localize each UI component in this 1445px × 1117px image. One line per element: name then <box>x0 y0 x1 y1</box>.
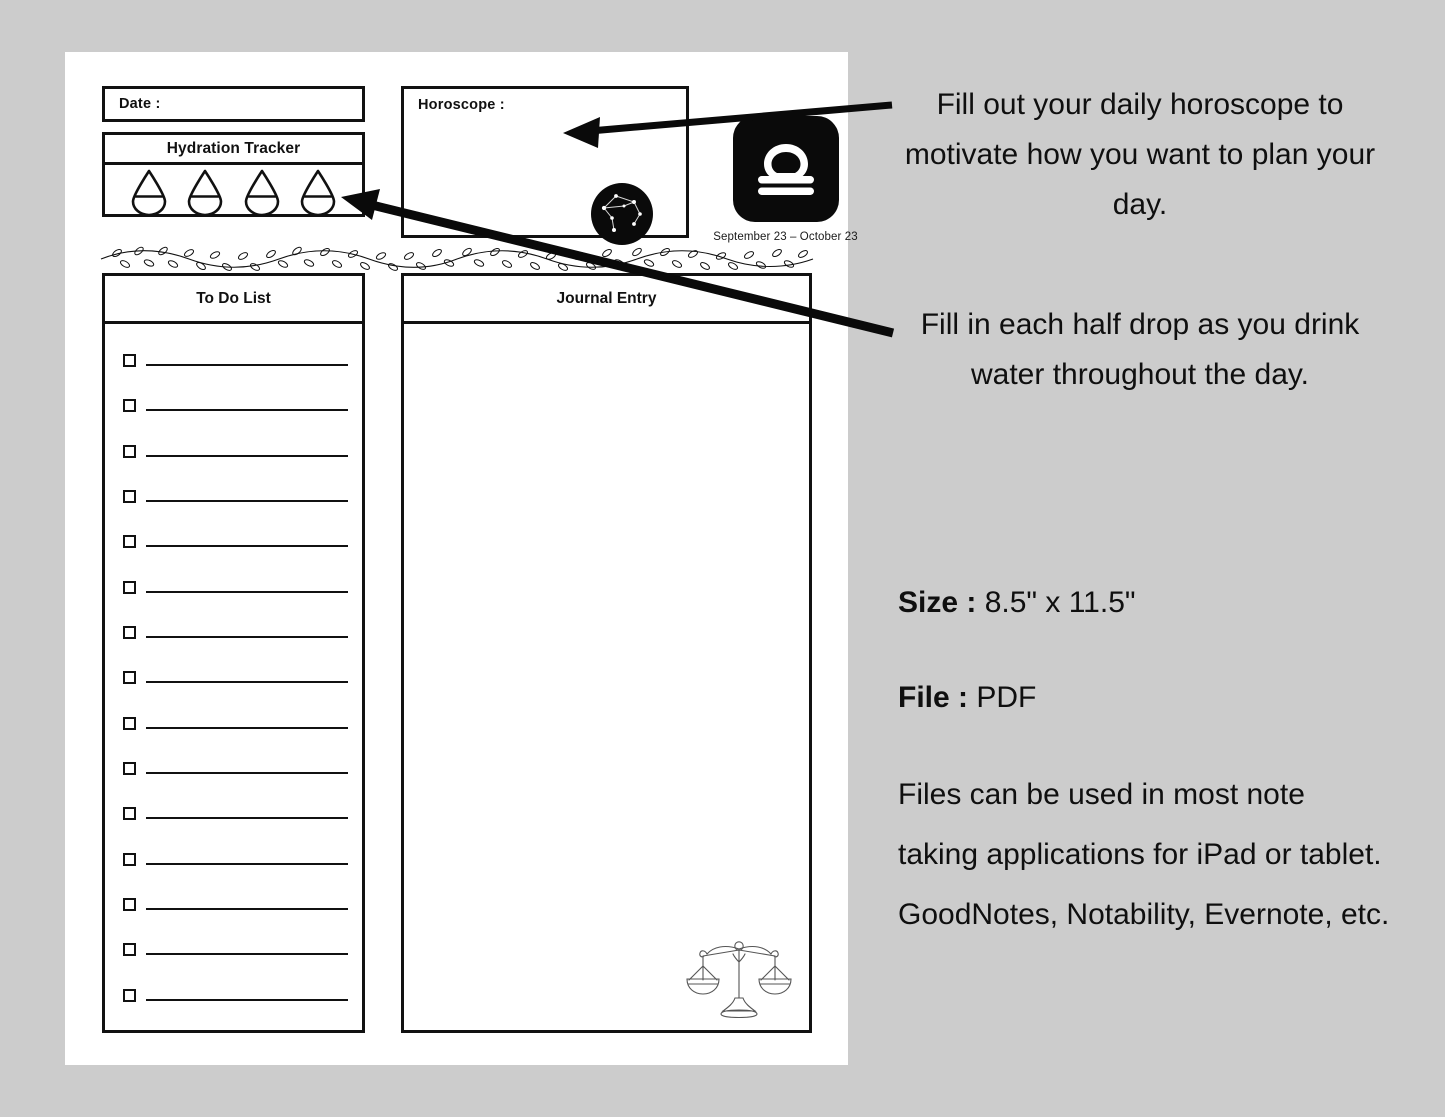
todo-list-title: To Do List <box>196 289 271 307</box>
hydration-tracker-title: Hydration Tracker <box>166 139 301 157</box>
balance-scales-icon <box>686 941 792 1019</box>
todo-write-line[interactable] <box>146 862 348 865</box>
todo-write-line[interactable] <box>146 409 348 412</box>
hydration-drops-row <box>105 165 362 217</box>
journal-title-row: Journal Entry <box>404 276 809 324</box>
leafy-vine-divider-icon <box>100 246 814 271</box>
checkbox-icon[interactable] <box>123 626 136 640</box>
todo-write-line[interactable] <box>146 772 348 775</box>
water-drop-icon[interactable] <box>241 168 283 215</box>
todo-row[interactable] <box>123 849 348 869</box>
zodiac-block: September 23 – October 23 <box>713 116 858 243</box>
todo-row[interactable] <box>123 985 348 1005</box>
todo-row[interactable] <box>123 713 348 733</box>
todo-row[interactable] <box>123 532 348 552</box>
journal-writing-area[interactable] <box>404 324 809 1030</box>
planner-bottom-row: To Do List Journal Entry <box>102 273 812 1033</box>
hydration-tracker-box: Hydration Tracker <box>102 132 365 217</box>
todo-write-line[interactable] <box>146 908 348 911</box>
todo-row[interactable] <box>123 396 348 416</box>
checkbox-icon[interactable] <box>123 354 136 368</box>
file-spec-key: File : <box>898 681 969 714</box>
date-field-box[interactable]: Date : <box>102 86 365 122</box>
todo-title-row: To Do List <box>105 276 362 324</box>
size-spec-key: Size : <box>898 586 977 619</box>
checkbox-icon[interactable] <box>123 535 136 549</box>
checkbox-icon[interactable] <box>123 807 136 821</box>
todo-write-line[interactable] <box>146 454 348 457</box>
water-drop-icon[interactable] <box>297 168 339 215</box>
todo-write-line[interactable] <box>146 636 348 639</box>
planner-top-row: Date : Hydration Tracker Horoscope: Sep… <box>102 86 858 245</box>
horoscope-label: Horoscope : <box>418 97 505 113</box>
todo-row[interactable] <box>123 623 348 643</box>
todo-row[interactable] <box>123 487 348 507</box>
todo-row[interactable] <box>123 759 348 779</box>
file-spec: File : PDF <box>898 681 1036 715</box>
todo-write-line[interactable] <box>146 953 348 956</box>
zodiac-badge <box>732 116 839 222</box>
size-spec-value: 8.5" x 11.5" <box>984 586 1136 619</box>
todo-write-line[interactable] <box>146 726 348 729</box>
checkbox-icon[interactable] <box>123 852 136 866</box>
todo-write-line[interactable] <box>146 998 348 1001</box>
checkbox-icon[interactable] <box>123 898 136 912</box>
water-drop-icon[interactable] <box>184 168 226 215</box>
todo-write-line[interactable] <box>146 590 348 593</box>
compatibility-note: Files can be used in most note taking ap… <box>898 778 1390 931</box>
size-spec: Size : 8.5" x 11.5" <box>898 586 1136 620</box>
checkbox-icon[interactable] <box>123 988 136 1002</box>
journal-entry-box: Journal Entry <box>401 273 812 1033</box>
checkbox-icon[interactable] <box>123 716 136 730</box>
journal-entry-title: Journal Entry <box>556 289 657 307</box>
horoscope-box[interactable]: Horoscope : <box>401 86 689 245</box>
hydration-title-row: Hydration Tracker <box>105 135 362 165</box>
checkbox-icon[interactable] <box>123 762 136 776</box>
todo-write-line[interactable] <box>146 681 348 684</box>
printable-page-preview: Date : Hydration Tracker Horoscope: Sep… <box>65 52 858 1065</box>
todo-row[interactable] <box>123 895 348 915</box>
todo-row[interactable] <box>123 577 348 597</box>
checkbox-icon[interactable] <box>123 580 136 594</box>
checkbox-icon[interactable] <box>123 444 136 458</box>
todo-row[interactable] <box>123 441 348 461</box>
annotations-column: Fill out your daily horoscope to motivat… <box>880 0 1400 1117</box>
todo-items-container <box>105 324 362 1030</box>
checkbox-icon[interactable] <box>123 399 136 413</box>
todo-row[interactable] <box>123 940 348 960</box>
hydration-annotation-note: Fill in each half drop as you drink wate… <box>920 308 1360 391</box>
libra-constellation-icon <box>591 183 653 245</box>
todo-write-line[interactable] <box>146 817 348 820</box>
checkbox-icon[interactable] <box>123 943 136 957</box>
horoscope-annotation-note: Fill out your daily horoscope to motivat… <box>904 88 1376 221</box>
todo-write-line[interactable] <box>146 545 348 548</box>
todo-write-line[interactable] <box>146 500 348 503</box>
todo-row[interactable] <box>123 351 348 371</box>
water-drop-icon[interactable] <box>128 168 170 215</box>
checkbox-icon[interactable] <box>123 490 136 504</box>
todo-list-box: To Do List <box>102 273 365 1033</box>
file-spec-value: PDF <box>976 681 1037 714</box>
checkbox-icon[interactable] <box>123 671 136 685</box>
todo-row[interactable] <box>123 668 348 688</box>
date-label: Date : <box>119 96 161 112</box>
todo-write-line[interactable] <box>146 364 348 367</box>
libra-glyph-icon <box>757 144 814 195</box>
todo-row[interactable] <box>123 804 348 824</box>
